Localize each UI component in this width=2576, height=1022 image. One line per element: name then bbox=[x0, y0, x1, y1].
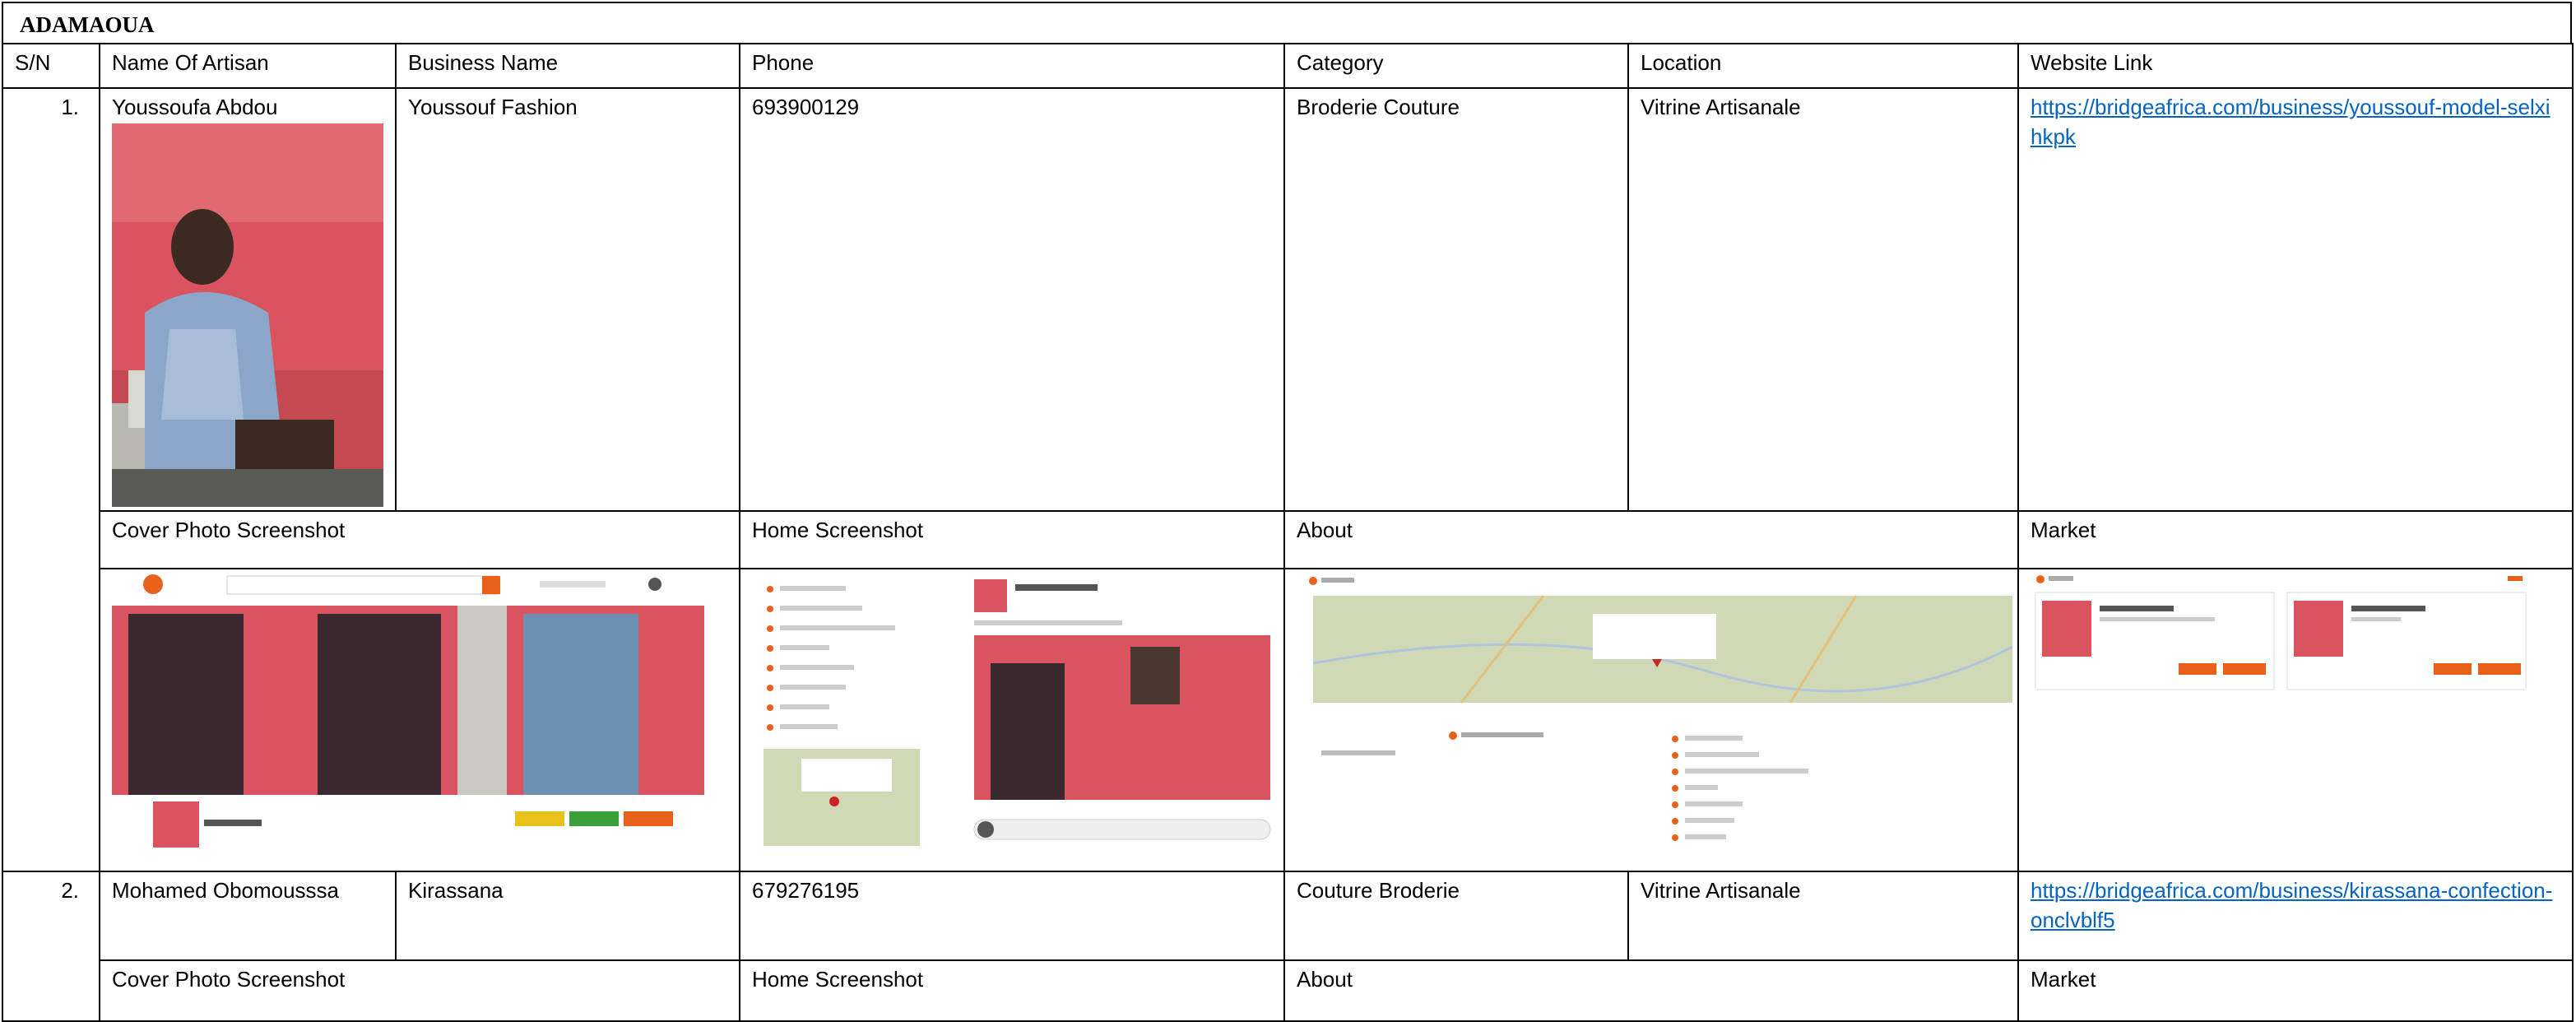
category-cell: Broderie Couture bbox=[1283, 87, 1629, 512]
category-cell: Couture Broderie bbox=[1283, 871, 1629, 961]
screenshot-row bbox=[2, 568, 2574, 872]
home-screenshot bbox=[752, 573, 1283, 852]
header-row: S/N Name Of Artisan Business Name Phone … bbox=[2, 43, 2574, 89]
sn-cell: 1. bbox=[2, 87, 100, 872]
location-cell: Vitrine Artisanale bbox=[1627, 871, 2019, 961]
cover-photo-screenshot bbox=[112, 573, 704, 852]
website-link[interactable]: https://bridgeafrica.com/business/yousso… bbox=[2031, 95, 2550, 149]
table-row: 2. Mohamed Obomousssa Kirassana 67927619… bbox=[2, 871, 2574, 1022]
screenshot-label-row: Cover Photo Screenshot Home Screenshot A… bbox=[2, 959, 2574, 1022]
artisan-name-cell: Mohamed Obomousssa bbox=[99, 871, 397, 961]
col-header-name: Name Of Artisan bbox=[99, 43, 397, 89]
col-header-business: Business Name bbox=[395, 43, 740, 89]
website-link[interactable]: https://bridgeafrica.com/business/kirass… bbox=[2031, 878, 2552, 932]
home-screenshot-label: Home Screenshot bbox=[739, 510, 1285, 569]
col-header-sn: S/N bbox=[2, 43, 100, 89]
market-label: Market bbox=[2017, 959, 2574, 1022]
business-name-cell: Youssouf Fashion bbox=[395, 87, 740, 512]
cover-photo-label: Cover Photo Screenshot bbox=[99, 959, 740, 1022]
col-header-category: Category bbox=[1283, 43, 1629, 89]
home-screenshot-cell bbox=[739, 568, 1285, 872]
region-title: ADAMAOUA bbox=[2, 2, 2572, 44]
website-cell: https://bridgeafrica.com/business/kirass… bbox=[2017, 871, 2574, 961]
business-name-cell: Kirassana bbox=[395, 871, 740, 961]
about-screenshot-cell bbox=[1283, 568, 2019, 872]
sn-cell: 2. bbox=[2, 871, 100, 1022]
table-row: 1. Youssoufa Abdou Youssouf Fashion 6939… bbox=[2, 87, 2574, 872]
col-header-website: Website Link bbox=[2017, 43, 2574, 89]
col-header-location: Location bbox=[1627, 43, 2019, 89]
artisan-name-cell: Youssoufa Abdou bbox=[99, 87, 397, 512]
about-label: About bbox=[1283, 959, 2019, 1022]
location-cell: Vitrine Artisanale bbox=[1627, 87, 2019, 512]
phone-cell: 693900129 bbox=[739, 87, 1285, 512]
about-label: About bbox=[1283, 510, 2019, 569]
about-screenshot bbox=[1297, 573, 2012, 861]
market-label: Market bbox=[2017, 510, 2574, 569]
artisan-photo bbox=[112, 123, 383, 507]
phone-cell: 679276195 bbox=[739, 871, 1285, 961]
website-cell: https://bridgeafrica.com/business/yousso… bbox=[2017, 87, 2574, 512]
artisan-table: S/N Name Of Artisan Business Name Phone … bbox=[2, 43, 2574, 1022]
market-screenshot bbox=[2031, 573, 2532, 696]
market-screenshot-cell bbox=[2017, 568, 2574, 872]
artisan-name: Youssoufa Abdou bbox=[112, 95, 278, 119]
home-screenshot-label: Home Screenshot bbox=[739, 959, 1285, 1022]
cover-photo-label: Cover Photo Screenshot bbox=[99, 510, 740, 569]
col-header-phone: Phone bbox=[739, 43, 1285, 89]
cover-photo-screenshot-cell bbox=[99, 568, 740, 872]
screenshot-label-row: Cover Photo Screenshot Home Screenshot A… bbox=[2, 510, 2574, 569]
